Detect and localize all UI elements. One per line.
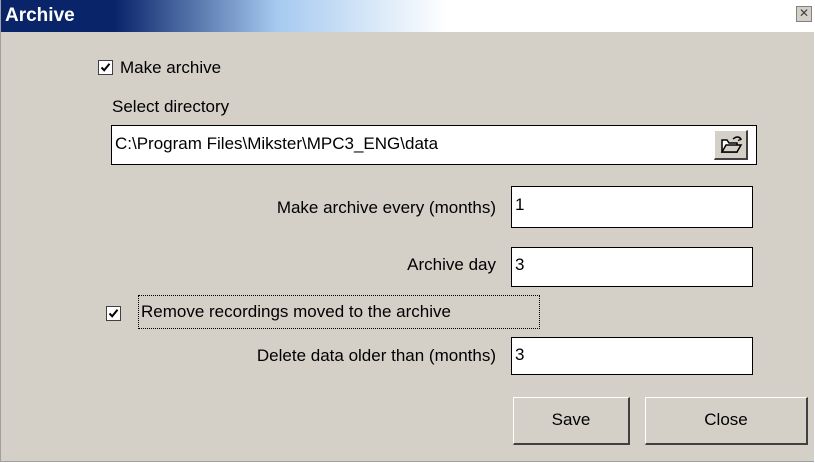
close-icon: ✕ (798, 6, 810, 20)
archive-dialog: Archive ✕ Make archive Select directory … (0, 0, 814, 462)
select-directory-label: Select directory (112, 97, 230, 116)
make-archive-checkbox[interactable] (98, 60, 113, 75)
checkmark-icon (108, 309, 119, 318)
close-button[interactable]: Close (645, 397, 808, 445)
archive-day-input[interactable]: 3 (511, 247, 753, 287)
close-window-button[interactable]: ✕ (796, 6, 812, 22)
archive-every-input[interactable]: 1 (511, 186, 753, 228)
delete-older-label: Delete data older than (months) (256, 346, 496, 365)
make-archive-label[interactable]: Make archive (120, 58, 221, 78)
directory-field[interactable]: C:\Program Files\Mikster\MPC3_ENG\data (111, 125, 757, 165)
browse-directory-button[interactable] (714, 130, 748, 160)
delete-older-input[interactable]: 3 (511, 337, 753, 375)
checkmark-icon (100, 63, 111, 72)
title-bar[interactable]: Archive ✕ (1, 0, 814, 32)
window-title: Archive (5, 5, 75, 26)
remove-recordings-checkbox[interactable] (106, 306, 121, 321)
save-button[interactable]: Save (513, 397, 630, 445)
remove-recordings-label[interactable]: Remove recordings moved to the archive (141, 302, 451, 322)
folder-open-icon (720, 136, 743, 153)
archive-day-label: Archive day (407, 255, 496, 274)
archive-every-label: Make archive every (months) (276, 198, 496, 217)
